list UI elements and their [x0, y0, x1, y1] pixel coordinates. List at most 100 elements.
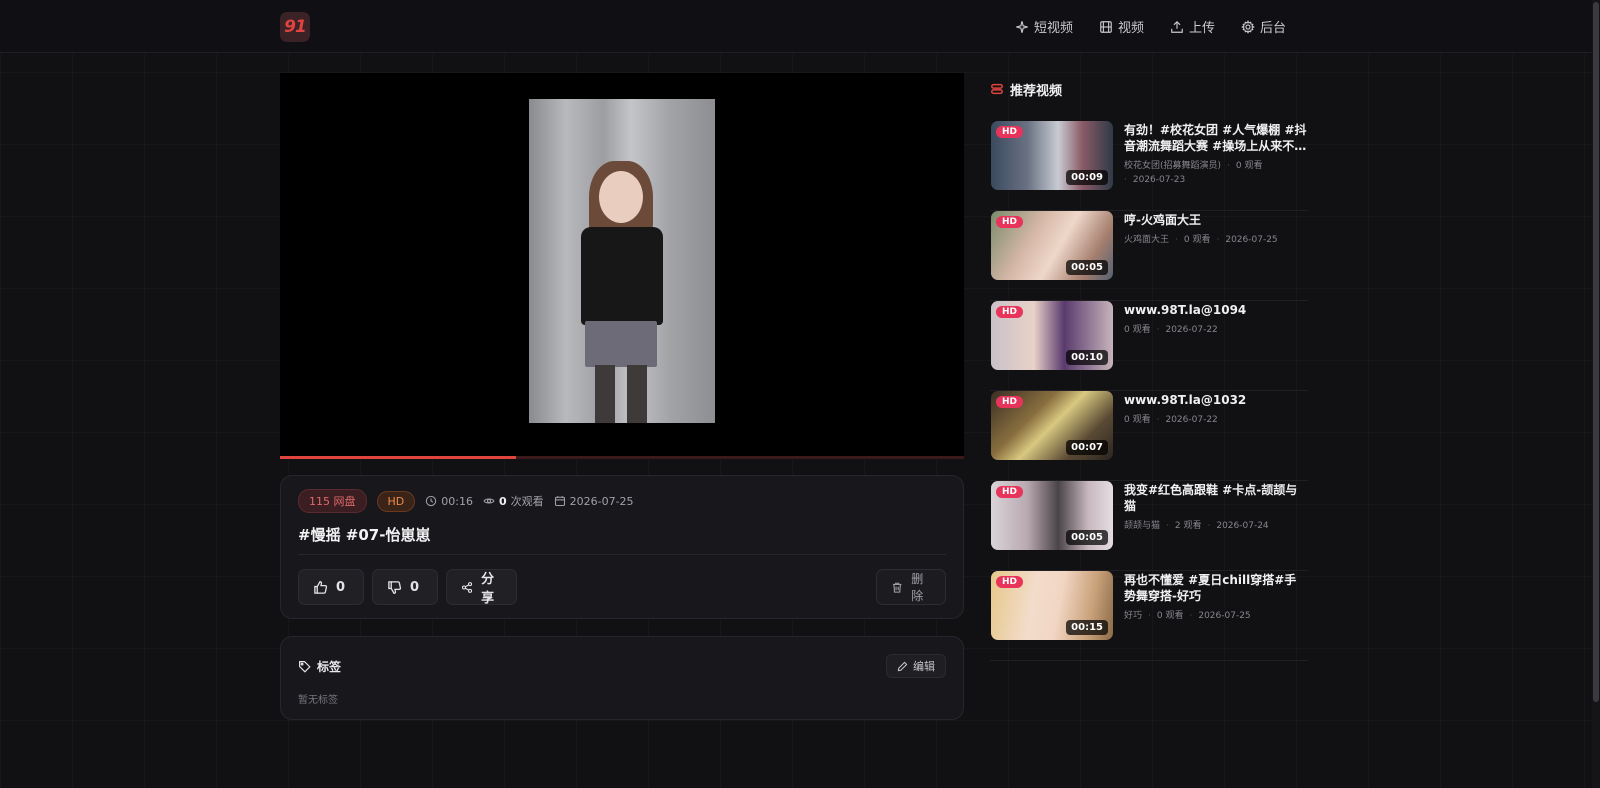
- date: 2026-07-22: [1165, 325, 1218, 335]
- video-thumbnail[interactable]: HD 00:07: [991, 391, 1113, 460]
- video-info: 哼-火鸡面大王 火鸡面大王 · 0 观看 · 2026-07-25: [1124, 212, 1308, 247]
- share-label: 分享: [481, 572, 495, 606]
- nav-item-admin[interactable]: 后台: [1241, 17, 1286, 36]
- hd-badge: HD: [996, 576, 1024, 588]
- nav-label: 后台: [1259, 21, 1286, 36]
- video-meta: 颉颉与猫 · 2 观看 · 2026-07-24: [1124, 521, 1269, 531]
- divider: [298, 554, 946, 555]
- video-meta: 0 观看 · 2026-07-22: [1124, 415, 1218, 425]
- gear-icon: [1241, 19, 1255, 34]
- nav-item-video[interactable]: 视频: [1099, 17, 1144, 36]
- video-title[interactable]: 哼-火鸡面大王: [1124, 212, 1308, 228]
- page-scrollbar[interactable]: [1592, 0, 1600, 788]
- site-logo[interactable]: 91: [280, 12, 310, 42]
- video-thumbnail[interactable]: HD 00:15: [991, 571, 1113, 640]
- nav-item-short-video[interactable]: 短视频: [1015, 17, 1073, 36]
- duration: 00:16: [425, 495, 473, 508]
- view-count-number: 0: [498, 494, 507, 508]
- video-info: 有劲！#校花女团 #人气爆棚 #抖音潮流舞蹈大赛 #操场上从来不… 校花女团(招…: [1124, 122, 1308, 187]
- video-meta: 115 网盘 HD 00:16 0 次观看 2026-07-25: [298, 489, 634, 513]
- tag-icon: [299, 661, 311, 673]
- clock-icon: [426, 495, 437, 507]
- video-title[interactable]: 有劲！#校花女团 #人气爆棚 #抖音潮流舞蹈大赛 #操场上从来不…: [1124, 122, 1308, 154]
- duration-badge: 00:05: [1066, 530, 1108, 545]
- views: 0 观看: [1235, 161, 1263, 171]
- hd-badge: HD: [996, 306, 1024, 318]
- empty-tags-text: 暂无标签: [298, 695, 338, 706]
- views: 0 观看: [1124, 415, 1151, 425]
- scrollbar-thumb[interactable]: [1593, 2, 1599, 702]
- list-item[interactable]: HD 00:10 www.98T.la@1094 0 观看 · 2026-07-22: [990, 301, 1308, 391]
- views: 0 观看: [1156, 611, 1184, 621]
- video-info: 我变#红色高跟鞋 #卡点-颉颉与猫 颉颉与猫 · 2 观看 · 2026-07-24: [1124, 482, 1308, 533]
- duration-badge: 00:07: [1066, 440, 1108, 455]
- hd-badge: HD: [996, 126, 1024, 138]
- sparkle-icon: [1016, 20, 1028, 33]
- nav-item-upload[interactable]: 上传: [1170, 17, 1215, 36]
- duration-badge: 00:05: [1066, 260, 1108, 275]
- author: 火鸡面大王: [1124, 235, 1170, 245]
- recommended-list: HD 00:09 有劲！#校花女团 #人气爆棚 #抖音潮流舞蹈大赛 #操场上从来…: [990, 121, 1308, 661]
- video-actions: 0 0 分享: [298, 569, 517, 606]
- duration-badge: 00:15: [1066, 620, 1108, 635]
- nav-label: 视频: [1117, 21, 1144, 36]
- delete-button[interactable]: 删除: [876, 569, 946, 605]
- edit-tags-button[interactable]: 编辑: [886, 654, 946, 678]
- like-button[interactable]: 0: [298, 569, 364, 605]
- recommended-title: 推荐视频: [1010, 83, 1063, 99]
- publish-date-text: 2026-07-25: [569, 494, 634, 508]
- publish-date: 2026-07-25: [554, 495, 634, 508]
- dislike-count: 0: [410, 579, 420, 595]
- list-item[interactable]: HD 00:05 哼-火鸡面大王 火鸡面大王 · 0 观看 · 2026-07-25: [990, 211, 1308, 301]
- tags-heading: 标签: [298, 658, 341, 675]
- video-progress-fill: [280, 456, 516, 459]
- thumbs-down-icon: [388, 580, 402, 594]
- date: 2026-07-22: [1165, 415, 1218, 425]
- thumbs-up-icon: [314, 580, 328, 594]
- list-item[interactable]: HD 00:07 www.98T.la@1032 0 观看 · 2026-07-22: [990, 391, 1308, 481]
- video-progress-bar[interactable]: [280, 456, 964, 459]
- duration-text: 00:16: [441, 494, 473, 508]
- video-title[interactable]: 再也不懂爱 #夏日chill穿搭#手势舞穿搭-好巧: [1124, 572, 1308, 604]
- tags-card: 标签 编辑 暂无标签: [280, 636, 964, 720]
- video-title[interactable]: www.98T.la@1094: [1124, 302, 1308, 318]
- video-thumbnail[interactable]: HD 00:05: [991, 481, 1113, 550]
- top-header: 91 短视频 视频 上传 后台: [0, 0, 1592, 53]
- edit-label: 编辑: [913, 660, 935, 673]
- video-info: www.98T.la@1032 0 观看 · 2026-07-22: [1124, 392, 1308, 427]
- duration-badge: 00:10: [1066, 350, 1108, 365]
- video-title[interactable]: 我变#红色高跟鞋 #卡点-颉颉与猫: [1124, 482, 1308, 514]
- video-info: 再也不懂爱 #夏日chill穿搭#手势舞穿搭-好巧 好巧 · 0 观看 · 2026-0…: [1124, 572, 1308, 623]
- list-item[interactable]: HD 00:15 再也不懂爱 #夏日chill穿搭#手势舞穿搭-好巧 好巧 · 0 …: [990, 571, 1308, 661]
- video-thumbnail[interactable]: HD 00:09: [991, 121, 1113, 190]
- quality-badge: HD: [376, 490, 416, 512]
- list-item[interactable]: HD 00:05 我变#红色高跟鞋 #卡点-颉颉与猫 颉颉与猫 · 2 观看 · 202…: [990, 481, 1308, 571]
- logo-text: 91: [284, 17, 307, 37]
- list-item[interactable]: HD 00:09 有劲！#校花女团 #人气爆棚 #抖音潮流舞蹈大赛 #操场上从来…: [990, 121, 1308, 211]
- recommended-heading: 推荐视频: [990, 80, 1308, 99]
- nav-label: 上传: [1188, 21, 1215, 36]
- author: 校花女团(招募舞蹈演员): [1124, 161, 1222, 171]
- video-meta: 校花女团(招募舞蹈演员) · 0 观看 · 2026-07-23: [1124, 161, 1263, 185]
- tags-title-text: 标签: [317, 660, 342, 674]
- video-player[interactable]: [280, 73, 964, 459]
- pencil-icon: [897, 661, 908, 671]
- hd-badge: HD: [996, 486, 1024, 498]
- nav-label: 短视频: [1033, 21, 1073, 36]
- date: 2026-07-24: [1216, 521, 1269, 531]
- recommended-sidebar: 推荐视频 HD 00:09 有劲！#校花女团 #人气爆棚 #抖音潮流舞蹈大赛 #…: [990, 80, 1308, 661]
- author: 好巧: [1124, 611, 1143, 621]
- date: 2026-07-25: [1198, 611, 1251, 621]
- date: 2026-07-25: [1225, 235, 1278, 245]
- video-title[interactable]: www.98T.la@1032: [1124, 392, 1308, 408]
- video-meta: 0 观看 · 2026-07-22: [1124, 325, 1218, 335]
- view-count-suffix: 次观看: [510, 495, 544, 508]
- dislike-button[interactable]: 0: [372, 569, 438, 605]
- date: 2026-07-23: [1132, 175, 1186, 185]
- video-thumbnail[interactable]: HD 00:10: [991, 301, 1113, 370]
- video-frame: [529, 99, 715, 423]
- calendar-icon: [554, 496, 565, 507]
- share-button[interactable]: 分享: [446, 569, 517, 606]
- source-badge: 115 网盘: [298, 489, 367, 513]
- video-thumbnail[interactable]: HD 00:05: [991, 211, 1113, 280]
